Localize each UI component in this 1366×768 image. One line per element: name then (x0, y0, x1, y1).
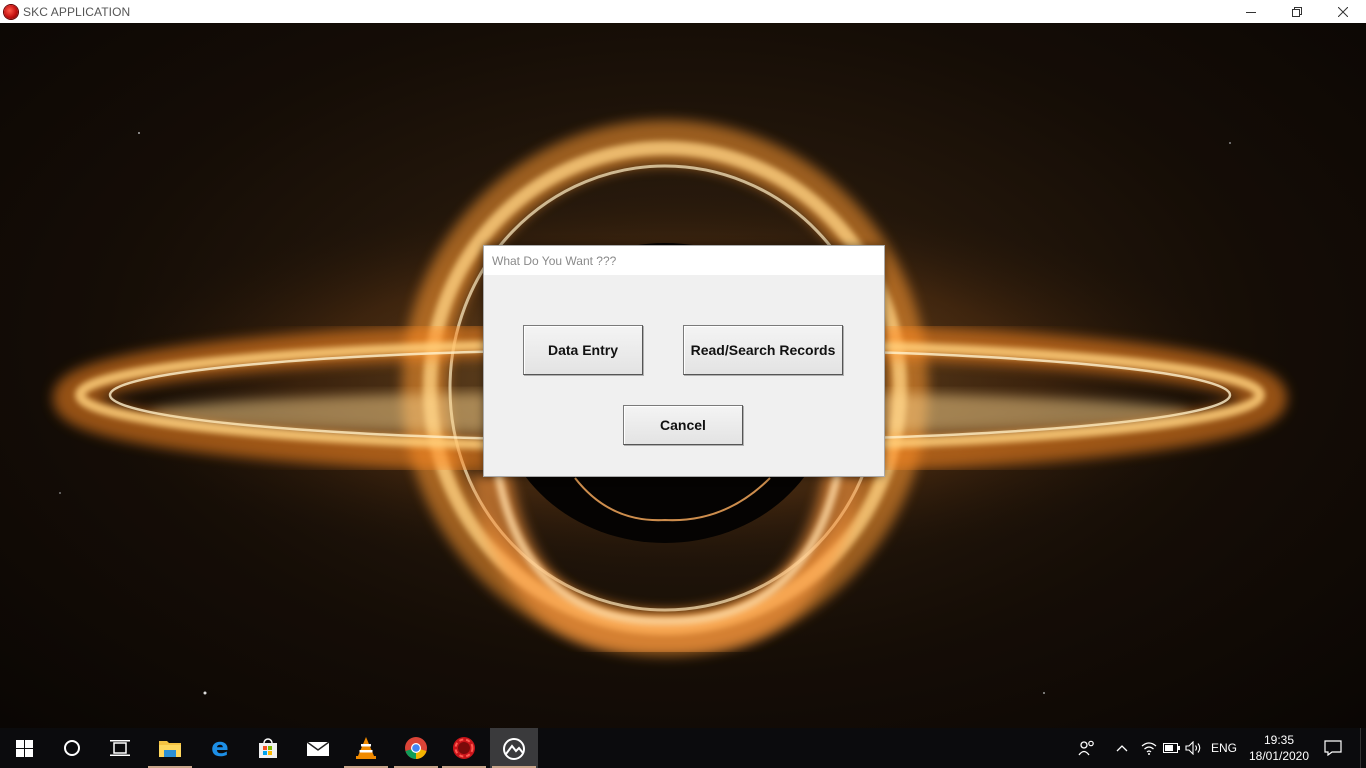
close-icon (1338, 6, 1348, 17)
volume-button[interactable] (1183, 728, 1205, 768)
close-button[interactable] (1320, 0, 1366, 23)
wifi-icon (1141, 742, 1157, 755)
battery-icon (1163, 743, 1180, 753)
network-button[interactable] (1138, 728, 1160, 768)
vlc-icon (356, 737, 376, 759)
notification-icon (1324, 740, 1342, 756)
window-controls (1228, 0, 1366, 23)
skc-app-icon (503, 738, 525, 760)
restore-icon (1292, 6, 1302, 17)
edge-button[interactable]: e (196, 728, 244, 768)
choice-dialog: What Do You Want ??? Data Entry Read/Sea… (483, 245, 885, 477)
app-icon (4, 4, 18, 19)
show-desktop-button[interactable] (1360, 728, 1366, 768)
search-button[interactable] (48, 728, 96, 768)
start-icon (15, 739, 33, 757)
show-hidden-icons-button[interactable] (1112, 728, 1132, 768)
red-app-button[interactable] (440, 728, 488, 768)
store-button[interactable] (244, 728, 292, 768)
chrome-button[interactable] (392, 728, 440, 768)
start-button[interactable] (0, 728, 48, 768)
people-button[interactable] (1075, 728, 1099, 768)
vlc-button[interactable] (342, 728, 390, 768)
skc-app-button[interactable] (490, 728, 538, 768)
cancel-button[interactable]: Cancel (623, 405, 743, 445)
edge-icon: e (211, 733, 229, 763)
data-entry-button[interactable]: Data Entry (523, 325, 643, 375)
task-view-icon (110, 740, 130, 756)
store-icon (259, 738, 277, 758)
minimize-icon (1246, 11, 1256, 13)
chevron-up-icon (1116, 745, 1128, 752)
minimize-button[interactable] (1228, 0, 1274, 23)
clock[interactable]: 19:35 18/01/2020 (1244, 728, 1314, 768)
volume-icon (1185, 741, 1201, 755)
chrome-icon (405, 737, 427, 759)
window-title: SKC APPLICATION (23, 4, 131, 19)
action-center-button[interactable] (1320, 728, 1346, 768)
mail-button[interactable] (294, 728, 342, 768)
clock-date: 18/01/2020 (1248, 749, 1310, 763)
red-app-icon (453, 737, 475, 759)
dialog-title: What Do You Want ??? (484, 246, 884, 275)
file-explorer-button[interactable] (146, 728, 194, 768)
search-icon (64, 740, 80, 756)
read-search-records-button[interactable]: Read/Search Records (683, 325, 843, 375)
taskbar: e ENG 19:35 18/01/2020 (0, 728, 1366, 768)
people-icon (1078, 740, 1094, 756)
window-titlebar: SKC APPLICATION (0, 0, 1366, 23)
battery-button[interactable] (1161, 728, 1183, 768)
language-label: ENG (1210, 741, 1237, 755)
clock-time: 19:35 (1263, 733, 1295, 747)
language-indicator[interactable]: ENG (1208, 728, 1240, 768)
file-explorer-icon (159, 741, 181, 757)
restore-button[interactable] (1274, 0, 1320, 23)
task-view-button[interactable] (96, 728, 144, 768)
mail-icon (306, 741, 330, 756)
